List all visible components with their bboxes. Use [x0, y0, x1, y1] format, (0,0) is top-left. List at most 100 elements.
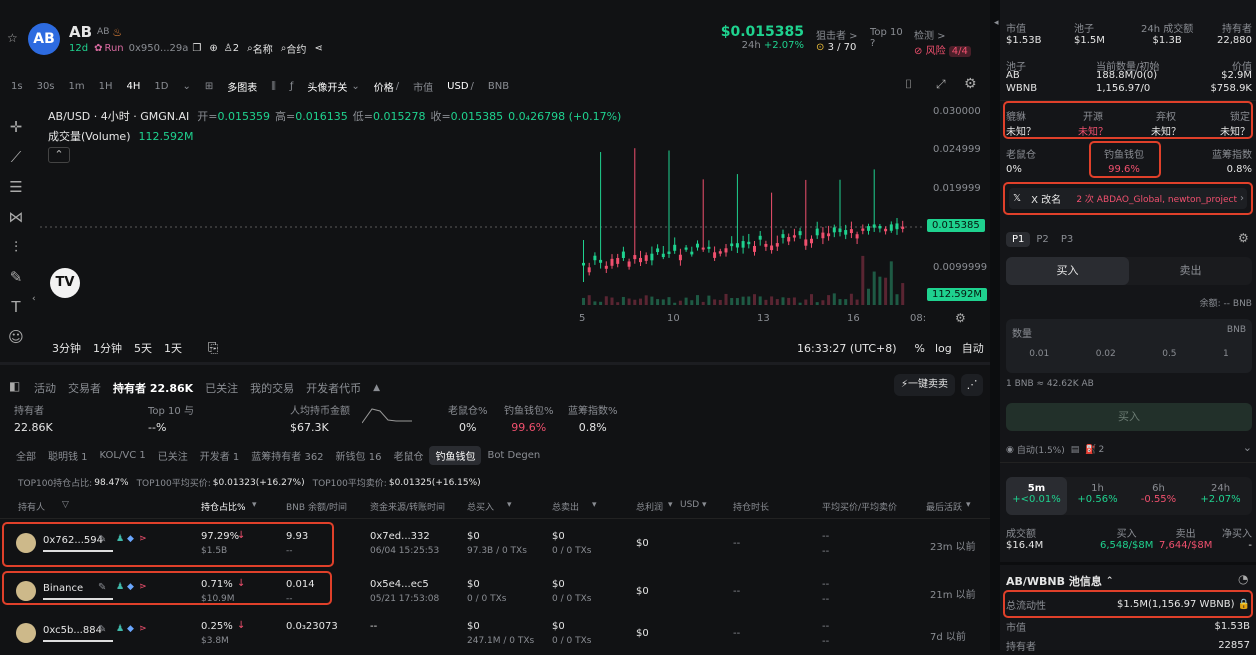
amount-preset[interactable]: 1 [1223, 349, 1229, 359]
text-icon[interactable]: T [6, 292, 26, 322]
avatar-toggle[interactable]: 头像开关 [307, 79, 347, 94]
fund-source[interactable]: -- [370, 621, 377, 632]
filter-smart[interactable]: 聪明钱 1 [42, 446, 94, 465]
fullscreen-icon[interactable]: ⤢ [936, 77, 946, 92]
price-toggle[interactable]: 价格 [374, 79, 394, 94]
col-usd[interactable]: USD [680, 500, 699, 510]
col-buy[interactable]: 总买入 [467, 500, 494, 513]
contract-address[interactable]: 0x950...29a [129, 43, 189, 54]
copy-icon[interactable]: ❐ [192, 43, 201, 54]
slippage-auto[interactable]: 自动(1.5%) [1017, 443, 1065, 456]
sniper-stat[interactable]: 狙击者 > ⊙ 3 / 70 [816, 27, 858, 53]
interval-1h[interactable]: 1H [99, 81, 113, 92]
tab-following[interactable]: 已关注 [205, 380, 238, 396]
edit-icon[interactable]: ✎ [98, 624, 106, 635]
filter-dev[interactable]: 开发者 1 [194, 446, 246, 465]
col-bnb[interactable]: BNB 余额/时间 [286, 500, 347, 513]
tab-my-trades[interactable]: 我的交易 [250, 380, 294, 396]
pool-info-header[interactable]: AB/WBNB 池信息 ⌃ [1006, 573, 1113, 589]
log-toggle[interactable]: log [935, 342, 952, 355]
buy-button[interactable]: 买入 [1006, 403, 1252, 431]
filter-bot[interactable]: Bot Degen [481, 448, 546, 463]
collapse-left-icon[interactable]: ◂ [994, 18, 999, 28]
tab-dev-tokens[interactable]: 开发者代币 [306, 380, 361, 396]
amount-preset[interactable]: 0.01 [1029, 349, 1049, 359]
col-source[interactable]: 资金来源/转账时间 [370, 500, 445, 513]
buy-tab[interactable]: 买入 [1006, 257, 1129, 285]
sell-tab[interactable]: 卖出 [1129, 257, 1252, 285]
settings-icon[interactable]: ⚙ [955, 311, 966, 325]
period-6h[interactable]: 6h -0.55% [1128, 477, 1189, 515]
function-icon[interactable]: ƒ [290, 81, 294, 92]
auto-toggle[interactable]: 自动 [962, 340, 984, 356]
filter-insider[interactable]: 老鼠仓 [387, 446, 429, 465]
preset-p1[interactable]: P1 [1006, 232, 1031, 247]
mcap-toggle[interactable]: 市值 [413, 79, 433, 94]
amount-input[interactable] [1056, 323, 1196, 339]
contract-search[interactable]: 合约 [286, 41, 306, 56]
col-profit[interactable]: 总利润 [636, 500, 663, 513]
chevron-left-icon[interactable]: ‹ [32, 294, 36, 304]
range-5d[interactable]: 5天 [134, 340, 152, 356]
usd-toggle[interactable]: USD [447, 81, 468, 92]
star-icon[interactable]: ☆ [7, 31, 18, 45]
top10-stat[interactable]: Top 10 ? [870, 27, 903, 49]
range-3m[interactable]: 3分钟 [52, 340, 81, 356]
share-icon[interactable]: ⋖ [314, 43, 322, 54]
col-pct[interactable]: 持仓占比% [201, 500, 246, 513]
percent-toggle[interactable]: % [915, 342, 925, 355]
chart-link-icon[interactable]: ◔ [1238, 572, 1248, 586]
tab-traders[interactable]: 交易者 [68, 380, 101, 396]
emoji-icon[interactable]: ☺ [6, 322, 26, 352]
range-1d[interactable]: 1天 [164, 340, 182, 356]
filter-all[interactable]: 全部 [10, 446, 42, 465]
panel-icon[interactable]: ◧ [9, 379, 20, 393]
trendline-icon[interactable]: ⟋ [6, 142, 26, 172]
period-24h[interactable]: 24h +2.07% [1189, 477, 1252, 515]
col-holder[interactable]: 持有人 [18, 500, 45, 513]
tab-holders[interactable]: 持有者 22.86K [113, 380, 193, 396]
name-search[interactable]: 名称 [253, 41, 273, 56]
period-5m[interactable]: 5m +<0.01% [1006, 477, 1067, 515]
one-click-sell-button[interactable]: ⚡一键卖卖 [894, 374, 955, 396]
range-1m[interactable]: 1分钟 [93, 340, 122, 356]
candle-type-icon[interactable]: ⫼ [271, 81, 276, 92]
bnb-toggle[interactable]: BNB [488, 81, 509, 92]
interval-1m[interactable]: 1m [69, 81, 85, 92]
tab-activity[interactable]: 活动 [34, 380, 56, 396]
date-range-icon[interactable]: ⎘ [208, 341, 218, 356]
filter-phishing[interactable]: 钓鱼钱包 [429, 446, 482, 465]
wallet-icon[interactable]: ▤ [1071, 445, 1080, 455]
risk-check[interactable]: 检测 > ⊘ 风险 4/4 [914, 27, 971, 57]
filter-following[interactable]: 已关注 [152, 446, 194, 465]
preset-p2[interactable]: P2 [1030, 232, 1054, 247]
fund-source[interactable]: 0x7ed...332 [370, 531, 430, 542]
extra-menu-icon[interactable]: ⋰ [961, 374, 983, 396]
rename-row[interactable]: 𝕏 X 改名 2 次 ABDAO_Global, newton_project … [1009, 188, 1247, 209]
filter-icon[interactable]: ▽ [62, 500, 69, 510]
filter-kol[interactable]: KOL/VC 1 [94, 448, 152, 463]
chevron-down-icon[interactable]: ⌄ [1243, 441, 1252, 454]
multi-chart-button[interactable]: 多图表 [227, 79, 257, 94]
chevron-down-icon[interactable]: ⌄ [182, 81, 190, 92]
fib-icon[interactable]: ⫶ [6, 232, 26, 262]
period-1h[interactable]: 1h +0.56% [1067, 477, 1128, 515]
chevron-down-icon[interactable]: ⌄ [351, 81, 359, 92]
col-duration[interactable]: 持仓时长 [733, 500, 769, 513]
holder-address[interactable]: 0xc5b...884 [43, 625, 102, 636]
preset-p3[interactable]: P3 [1055, 232, 1079, 247]
interval-4h[interactable]: 4H [127, 81, 141, 92]
gas-icon[interactable]: ◉ [1006, 445, 1014, 455]
camera-icon[interactable]: ⌷ [905, 77, 912, 92]
interval-1d[interactable]: 1D [154, 81, 168, 92]
col-sell[interactable]: 总卖出 [552, 500, 579, 513]
lines-icon[interactable]: ☰ [6, 172, 26, 202]
chevron-up-icon[interactable]: ▲ [373, 383, 380, 393]
brush-icon[interactable]: ✎ [6, 262, 26, 292]
users-icon[interactable]: ♙ [224, 43, 233, 54]
pattern-icon[interactable]: ⋈ [6, 202, 26, 232]
filter-bluechip[interactable]: 蓝筹持有者 362 [245, 446, 329, 465]
crosshair-icon[interactable]: ✛ [6, 112, 26, 142]
settings-icon[interactable]: ⚙ [964, 76, 977, 92]
filter-new-wallet[interactable]: 新钱包 16 [330, 446, 388, 465]
